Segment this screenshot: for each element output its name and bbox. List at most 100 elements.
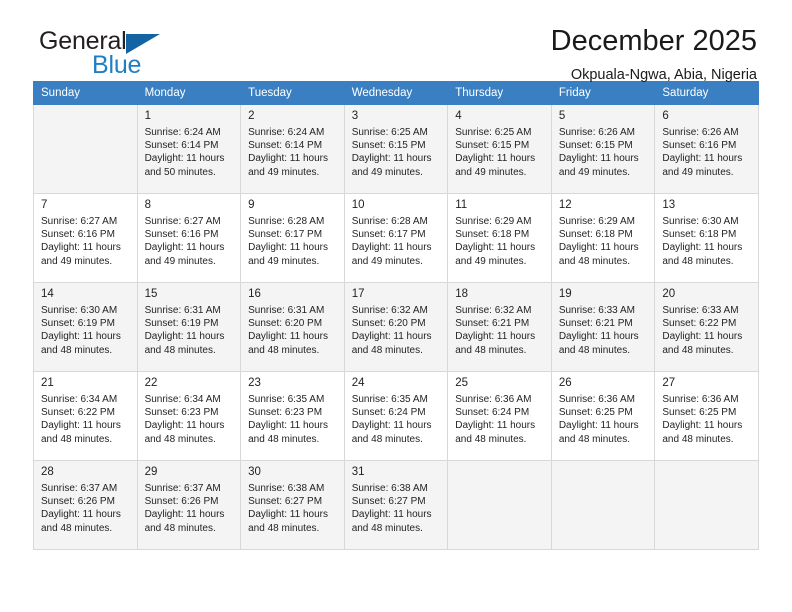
sunrise-text: Sunrise: 6:33 AM [662, 305, 739, 316]
sunrise-text: Sunrise: 6:25 AM [351, 127, 428, 138]
calendar-day-cell[interactable]: 28 Sunrise: 6:37 AM Sunset: 6:26 PM Dayligh… [33, 460, 138, 550]
daylight-text-line1: Daylight: 11 hours [455, 331, 536, 343]
day-sun-info: Sunrise: 6:37 AM Sunset: 6:26 PM Daylight:… [145, 482, 235, 535]
sunrise-text: Sunrise: 6:27 AM [144, 216, 221, 227]
sunrise-text: Sunrise: 6:31 AM [144, 305, 221, 316]
day-cell-content: 13 Sunrise: 6:30 AM Sunset: 6:18 PM Dayligh… [655, 194, 758, 282]
sunrise-text: Sunrise: 6:38 AM [351, 483, 428, 494]
calendar-empty-cell [447, 460, 552, 550]
calendar-day-cell[interactable]: 27 Sunrise: 6:36 AM Sunset: 6:25 PM Dayligh… [654, 371, 759, 461]
daylight-text-line2: and 48 minutes. [144, 522, 216, 534]
day-cell-content: 22 Sunrise: 6:34 AM Sunset: 6:23 PM Dayligh… [138, 372, 241, 460]
sunset-text: Sunset: 6:22 PM [662, 318, 737, 330]
calendar-day-cell[interactable]: 14 Sunrise: 6:30 AM Sunset: 6:19 PM Dayligh… [33, 282, 138, 372]
weekday-header-wednesday: Wednesday [343, 81, 449, 105]
sunset-text: Sunset: 6:26 PM [41, 496, 115, 508]
day-number: 31 [351, 466, 365, 478]
calendar-day-cell[interactable]: 6 Sunrise: 6:26 AM Sunset: 6:16 PM Daylight… [654, 104, 759, 194]
day-number: 29 [144, 466, 158, 478]
sunrise-text: Sunrise: 6:25 AM [455, 127, 532, 138]
calendar-day-cell[interactable]: 22 Sunrise: 6:34 AM Sunset: 6:23 PM Dayligh… [136, 371, 242, 461]
sunset-text: Sunset: 6:26 PM [144, 496, 219, 508]
weekday-header-tuesday: Tuesday [240, 81, 345, 105]
day-number: 23 [248, 377, 261, 389]
day-cell-content: 14 Sunrise: 6:30 AM Sunset: 6:19 PM Dayligh… [34, 283, 137, 371]
calendar-day-cell[interactable]: 12 Sunrise: 6:29 AM Sunset: 6:18 PM Dayligh… [550, 193, 656, 283]
calendar-day-cell[interactable]: 19 Sunrise: 6:33 AM Sunset: 6:21 PM Dayligh… [550, 282, 656, 372]
day-sun-info: Sunrise: 6:33 AM Sunset: 6:21 PM Daylight:… [559, 304, 649, 357]
daylight-text-line2: and 48 minutes. [662, 344, 734, 356]
daylight-text-line1: Daylight: 11 hours [248, 509, 328, 521]
daylight-text-line1: Daylight: 11 hours [351, 331, 432, 343]
daylight-text-line2: and 48 minutes. [351, 522, 423, 534]
day-sun-info: Sunrise: 6:24 AM Sunset: 6:14 PM Daylight:… [145, 126, 235, 179]
calendar-day-cell[interactable]: 4 Sunrise: 6:25 AM Sunset: 6:15 PM Daylight… [447, 104, 552, 194]
daylight-text-line1: Daylight: 11 hours [144, 420, 225, 432]
sunset-text: Sunset: 6:23 PM [144, 407, 219, 419]
calendar-day-cell[interactable]: 3 Sunrise: 6:25 AM Sunset: 6:15 PM Daylight… [343, 104, 449, 194]
day-number: 25 [455, 377, 469, 389]
daylight-text-line2: and 48 minutes. [558, 344, 630, 356]
calendar-day-cell[interactable]: 21 Sunrise: 6:34 AM Sunset: 6:22 PM Dayligh… [33, 371, 138, 461]
calendar-day-cell[interactable]: 5 Sunrise: 6:26 AM Sunset: 6:15 PM Daylight… [550, 104, 656, 194]
daylight-text-line2: and 49 minutes. [662, 166, 734, 178]
sunset-text: Sunset: 6:21 PM [455, 318, 530, 330]
daylight-text-line1: Daylight: 11 hours [144, 331, 225, 343]
calendar-day-cell[interactable]: 18 Sunrise: 6:32 AM Sunset: 6:21 PM Dayligh… [447, 282, 552, 372]
daylight-text-line1: Daylight: 11 hours [41, 509, 121, 521]
sunrise-text: Sunrise: 6:29 AM [455, 216, 532, 227]
day-cell-content: 31 Sunrise: 6:38 AM Sunset: 6:27 PM Dayligh… [345, 461, 448, 549]
calendar-day-cell[interactable]: 9 Sunrise: 6:28 AM Sunset: 6:17 PM Daylight… [240, 193, 345, 283]
calendar-day-cell[interactable]: 13 Sunrise: 6:30 AM Sunset: 6:18 PM Dayligh… [654, 193, 759, 283]
calendar-day-cell[interactable]: 26 Sunrise: 6:36 AM Sunset: 6:25 PM Dayligh… [550, 371, 656, 461]
calendar-body: 1 Sunrise: 6:24 AM Sunset: 6:14 PM Daylight… [33, 104, 759, 550]
calendar-day-cell[interactable]: 20 Sunrise: 6:33 AM Sunset: 6:22 PM Dayligh… [654, 282, 759, 372]
calendar-day-cell[interactable]: 11 Sunrise: 6:29 AM Sunset: 6:18 PM Dayligh… [447, 193, 552, 283]
calendar-day-cell[interactable]: 23 Sunrise: 6:35 AM Sunset: 6:23 PM Dayligh… [240, 371, 345, 461]
general-blue-logo[interactable]: General Blue [33, 26, 263, 82]
calendar-day-cell[interactable]: 25 Sunrise: 6:36 AM Sunset: 6:24 PM Dayligh… [447, 371, 552, 461]
calendar-day-cell[interactable]: 8 Sunrise: 6:27 AM Sunset: 6:16 PM Daylight… [136, 193, 242, 283]
day-number: 12 [558, 199, 572, 211]
calendar-day-cell[interactable]: 29 Sunrise: 6:37 AM Sunset: 6:26 PM Dayligh… [136, 460, 242, 550]
day-cell-content: 21 Sunrise: 6:34 AM Sunset: 6:22 PM Dayligh… [34, 372, 137, 460]
calendar-day-cell[interactable]: 7 Sunrise: 6:27 AM Sunset: 6:16 PM Daylight… [33, 193, 138, 283]
daylight-text-line2: and 49 minutes. [455, 166, 527, 178]
calendar-day-cell[interactable]: 15 Sunrise: 6:31 AM Sunset: 6:19 PM Dayligh… [136, 282, 242, 372]
sunrise-text: Sunrise: 6:31 AM [248, 305, 325, 316]
calendar-day-cell[interactable]: 24 Sunrise: 6:35 AM Sunset: 6:24 PM Dayligh… [343, 371, 449, 461]
sunset-text: Sunset: 6:27 PM [248, 496, 323, 508]
calendar-day-cell[interactable]: 31 Sunrise: 6:38 AM Sunset: 6:27 PM Dayligh… [343, 460, 449, 550]
calendar-day-cell[interactable]: 16 Sunrise: 6:31 AM Sunset: 6:20 PM Dayligh… [240, 282, 345, 372]
daylight-text-line1: Daylight: 11 hours [662, 242, 743, 254]
day-sun-info: Sunrise: 6:37 AM Sunset: 6:26 PM Daylight:… [41, 482, 131, 535]
day-cell-content: 28 Sunrise: 6:37 AM Sunset: 6:26 PM Dayligh… [34, 461, 137, 549]
calendar-day-cell[interactable]: 2 Sunrise: 6:24 AM Sunset: 6:14 PM Daylight… [240, 104, 345, 194]
calendar-week-row: 7 Sunrise: 6:27 AM Sunset: 6:16 PM Daylight… [33, 193, 759, 283]
daylight-text-line2: and 48 minutes. [41, 344, 113, 356]
sunset-text: Sunset: 6:16 PM [662, 140, 737, 152]
sunset-text: Sunset: 6:17 PM [351, 229, 426, 241]
sunset-text: Sunset: 6:24 PM [455, 407, 530, 419]
calendar-empty-cell [550, 460, 656, 550]
day-sun-info: Sunrise: 6:35 AM Sunset: 6:24 PM Daylight:… [352, 393, 442, 446]
day-cell-content: 8 Sunrise: 6:27 AM Sunset: 6:16 PM Daylight… [138, 194, 241, 282]
day-sun-info: Sunrise: 6:33 AM Sunset: 6:22 PM Daylight:… [662, 304, 752, 357]
sunrise-text: Sunrise: 6:36 AM [662, 394, 739, 405]
day-cell-content: 15 Sunrise: 6:31 AM Sunset: 6:19 PM Dayligh… [138, 283, 241, 371]
sunrise-text: Sunrise: 6:24 AM [248, 127, 325, 138]
calendar-day-cell[interactable]: 17 Sunrise: 6:32 AM Sunset: 6:20 PM Dayligh… [343, 282, 449, 372]
calendar-day-cell[interactable]: 10 Sunrise: 6:28 AM Sunset: 6:17 PM Dayligh… [343, 193, 449, 283]
sunset-text: Sunset: 6:23 PM [248, 407, 323, 419]
day-cell-content [552, 461, 655, 549]
sunrise-text: Sunrise: 6:37 AM [41, 483, 118, 494]
sunrise-text: Sunrise: 6:38 AM [248, 483, 325, 494]
day-cell-content: 10 Sunrise: 6:28 AM Sunset: 6:17 PM Dayligh… [345, 194, 448, 282]
day-number: 4 [455, 110, 462, 122]
calendar-day-cell[interactable]: 30 Sunrise: 6:38 AM Sunset: 6:27 PM Dayligh… [240, 460, 345, 550]
month-calendar-table: Sunday Monday Tuesday Wednesday Thursday… [33, 81, 759, 550]
day-sun-info: Sunrise: 6:26 AM Sunset: 6:16 PM Daylight:… [662, 126, 752, 179]
calendar-page: General Blue December 2025 Okpuala-Ngwa,… [0, 0, 792, 612]
day-sun-info: Sunrise: 6:29 AM Sunset: 6:18 PM Daylight:… [455, 215, 545, 268]
calendar-day-cell[interactable]: 1 Sunrise: 6:24 AM Sunset: 6:14 PM Daylight… [136, 104, 242, 194]
